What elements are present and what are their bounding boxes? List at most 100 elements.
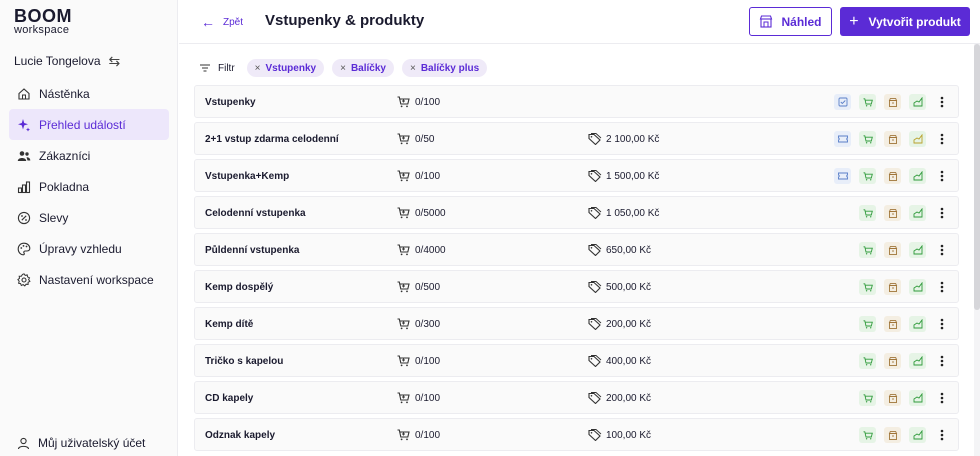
price-value: 650,00 Kč — [606, 244, 652, 256]
sidebar-item-label: Nastavení workspace — [39, 272, 154, 287]
product-row[interactable]: Odznak kapely 0/100 100,00 Kč — [194, 418, 959, 451]
sidebar-item-0[interactable]: Nástěnka — [9, 78, 169, 109]
more-menu-icon[interactable] — [936, 242, 948, 258]
ticket-icon[interactable] — [834, 131, 851, 147]
sidebar-item-3[interactable]: Pokladna — [9, 171, 169, 202]
product-quantity: 0/100 — [397, 392, 440, 404]
row-actions — [826, 242, 926, 258]
sidebar-item-account[interactable]: Můj uživatelský účet — [17, 436, 145, 450]
account-label: Můj uživatelský účet — [38, 436, 146, 450]
product-name: Tričko s kapelou — [205, 356, 284, 367]
stats-icon[interactable] — [909, 353, 926, 369]
scrollbar[interactable] — [974, 44, 980, 456]
brand-logo[interactable]: BOOM workspace — [14, 7, 72, 36]
stats-icon[interactable] — [909, 427, 926, 443]
chip-label: Balíčky — [350, 62, 386, 74]
back-button[interactable]: ← Zpět — [201, 14, 243, 30]
filter-chip-balicky[interactable]: × Balíčky — [332, 59, 394, 77]
stats-icon[interactable] — [909, 242, 926, 258]
box-icon[interactable] — [884, 353, 901, 369]
price-tag-icon — [588, 318, 602, 330]
product-name: Kemp dospělý — [205, 282, 274, 293]
sidebar-item-2[interactable]: Zákazníci — [9, 140, 169, 171]
scrollbar-thumb[interactable] — [974, 44, 980, 310]
stats-icon[interactable] — [909, 205, 926, 221]
stats-icon[interactable] — [909, 131, 926, 147]
workspace-user-switcher[interactable]: Lucie Tongelova ⇆ — [14, 52, 164, 70]
checklist-icon[interactable] — [834, 94, 851, 110]
filter-icon — [200, 64, 210, 72]
box-icon[interactable] — [884, 131, 901, 147]
sidebar-item-4[interactable]: Slevy — [9, 202, 169, 233]
product-row[interactable]: Celodenní vstupenka 0/5000 1 050,00 Kč — [194, 196, 959, 229]
product-row[interactable]: Kemp dospělý 0/500 500,00 Kč — [194, 270, 959, 303]
cart-icon[interactable] — [859, 94, 876, 110]
quantity-value: 0/300 — [415, 318, 441, 330]
more-menu-icon[interactable] — [936, 131, 948, 147]
cart-icon[interactable] — [859, 205, 876, 221]
box-icon[interactable] — [884, 205, 901, 221]
box-icon[interactable] — [884, 390, 901, 406]
close-icon[interactable]: × — [255, 63, 261, 74]
filter-button[interactable]: Filtr — [194, 63, 235, 74]
box-icon[interactable] — [884, 316, 901, 332]
product-quantity: 0/100 — [397, 429, 440, 441]
cart-icon[interactable] — [859, 242, 876, 258]
more-menu-icon[interactable] — [936, 353, 948, 369]
stats-icon[interactable] — [909, 94, 926, 110]
cart-icon[interactable] — [859, 390, 876, 406]
box-icon[interactable] — [884, 242, 901, 258]
product-row[interactable]: Vstupenka+Kemp 0/100 1 500,00 Kč — [194, 159, 959, 192]
more-menu-icon[interactable] — [936, 279, 948, 295]
product-price: 400,00 Kč — [588, 355, 651, 367]
close-icon[interactable]: × — [410, 63, 416, 74]
product-row[interactable]: CD kapely 0/100 200,00 Kč — [194, 381, 959, 414]
price-tag-icon — [588, 244, 602, 256]
more-menu-icon[interactable] — [936, 316, 948, 332]
stats-icon[interactable] — [909, 168, 926, 184]
cart-icon — [397, 392, 410, 404]
product-row[interactable]: Kemp dítě 0/300 200,00 Kč — [194, 307, 959, 340]
box-icon[interactable] — [884, 94, 901, 110]
row-actions — [826, 131, 926, 147]
stats-icon[interactable] — [909, 279, 926, 295]
box-icon[interactable] — [884, 427, 901, 443]
more-menu-icon[interactable] — [936, 390, 948, 406]
price-value: 400,00 Kč — [606, 355, 652, 367]
cart-icon[interactable] — [859, 131, 876, 147]
product-row[interactable]: Půldenní vstupenka 0/4000 650,00 Kč — [194, 233, 959, 266]
more-menu-icon[interactable] — [936, 205, 948, 221]
quantity-value: 0/50 — [415, 133, 435, 145]
preview-button[interactable]: Náhled — [749, 7, 832, 36]
cart-icon[interactable] — [859, 353, 876, 369]
box-icon[interactable] — [884, 279, 901, 295]
filter-label: Filtr — [218, 62, 235, 74]
row-actions — [826, 390, 926, 406]
product-quantity: 0/100 — [397, 170, 440, 182]
filter-chip-vstupenky[interactable]: × Vstupenky — [246, 59, 325, 77]
sidebar-item-5[interactable]: Úpravy vzhledu — [9, 233, 169, 264]
price-tag-icon — [588, 429, 602, 441]
ticket-icon[interactable] — [834, 168, 851, 184]
more-menu-icon[interactable] — [936, 427, 948, 443]
product-row[interactable]: Tričko s kapelou 0/100 400,00 Kč — [194, 344, 959, 377]
cart-icon[interactable] — [859, 427, 876, 443]
chip-label: Balíčky plus — [420, 62, 480, 74]
sidebar-item-1[interactable]: Přehled událostí — [9, 109, 169, 140]
sidebar-item-6[interactable]: Nastavení workspace — [9, 264, 169, 295]
product-row[interactable]: 2+1 vstup zdarma celodenní 0/50 2 100,00 K… — [194, 122, 959, 155]
stats-icon[interactable] — [909, 390, 926, 406]
cart-icon[interactable] — [859, 168, 876, 184]
filter-chip-balicky-plus[interactable]: × Balíčky plus — [401, 59, 488, 77]
more-menu-icon[interactable] — [936, 168, 948, 184]
close-icon[interactable]: × — [340, 63, 346, 74]
create-label: Vytvořit produkt — [868, 14, 961, 29]
box-icon[interactable] — [884, 168, 901, 184]
stats-icon[interactable] — [909, 316, 926, 332]
more-menu-icon[interactable] — [936, 94, 948, 110]
product-row[interactable]: Vstupenky 0/100 — [194, 85, 959, 118]
user-name: Lucie Tongelova — [14, 54, 101, 68]
cart-icon[interactable] — [859, 279, 876, 295]
cart-icon[interactable] — [859, 316, 876, 332]
create-product-button[interactable]: + Vytvořit produkt — [840, 7, 970, 36]
